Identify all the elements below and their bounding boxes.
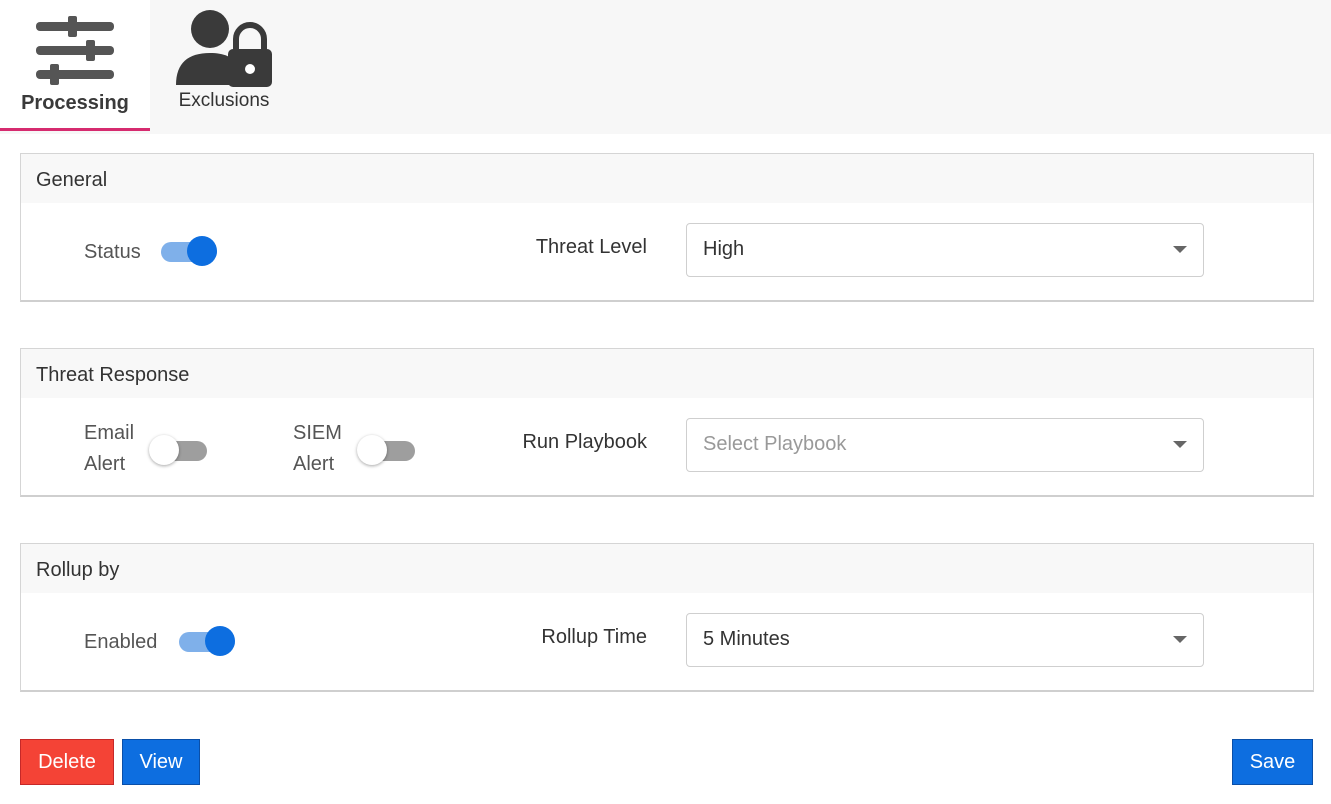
toggle-knob xyxy=(357,435,387,465)
rollup-time-value: 5 Minutes xyxy=(703,628,790,650)
threat-level-label: Threat Level xyxy=(535,236,647,258)
status-toggle[interactable] xyxy=(161,236,217,266)
tab-bar: Processing Exclusions xyxy=(0,0,1331,134)
threat-response-card-body: Email Alert SIEM Alert Run Playbook Sele… xyxy=(21,398,1313,495)
toggle-knob xyxy=(205,626,235,656)
view-button[interactable]: View xyxy=(122,739,200,785)
general-card-body: Status Threat Level High xyxy=(21,203,1313,300)
toggle-knob xyxy=(187,236,217,266)
playbook-select[interactable]: Select Playbook xyxy=(686,418,1204,472)
siem-alert-label-line1: SIEM xyxy=(293,422,342,444)
rollup-time-select[interactable]: 5 Minutes xyxy=(686,613,1204,667)
save-button[interactable]: Save xyxy=(1232,739,1313,785)
email-alert-toggle[interactable] xyxy=(149,435,207,465)
caret-down-icon xyxy=(1173,636,1187,643)
status-label: Status xyxy=(84,241,141,263)
user-lock-icon xyxy=(174,9,276,94)
email-alert-label-line2: Alert xyxy=(84,453,126,475)
general-card: General Status Threat Level High xyxy=(20,153,1314,302)
tab-exclusions[interactable]: Exclusions xyxy=(150,0,298,128)
tab-exclusions-label: Exclusions xyxy=(178,90,270,111)
rollup-card-body: Enabled Rollup Time 5 Minutes xyxy=(21,593,1313,690)
tab-processing[interactable]: Processing xyxy=(0,0,150,131)
tab-processing-label: Processing xyxy=(21,92,129,114)
run-playbook-label: Run Playbook xyxy=(522,431,647,453)
sliders-icon xyxy=(34,14,116,91)
threat-level-select[interactable]: High xyxy=(686,223,1204,277)
threat-response-card: Threat Response Email Alert SIEM Alert R… xyxy=(20,348,1314,497)
rollup-enabled-toggle[interactable] xyxy=(179,626,235,656)
delete-button[interactable]: Delete xyxy=(20,739,114,785)
caret-down-icon xyxy=(1173,246,1187,253)
threat-response-card-title: Threat Response xyxy=(21,349,1313,398)
siem-alert-label-line2: Alert xyxy=(293,453,335,475)
threat-level-value: High xyxy=(703,238,745,260)
playbook-placeholder: Select Playbook xyxy=(703,433,847,455)
rollup-card-title: Rollup by xyxy=(21,544,1313,593)
email-alert-label-line1: Email xyxy=(84,422,135,444)
caret-down-icon xyxy=(1173,441,1187,448)
enabled-label: Enabled xyxy=(84,631,158,653)
rollup-time-label: Rollup Time xyxy=(541,626,647,648)
rollup-card: Rollup by Enabled Rollup Time 5 Minutes xyxy=(20,543,1314,692)
siem-alert-toggle[interactable] xyxy=(357,435,415,465)
toggle-knob xyxy=(149,435,179,465)
general-card-title: General xyxy=(21,154,1313,203)
